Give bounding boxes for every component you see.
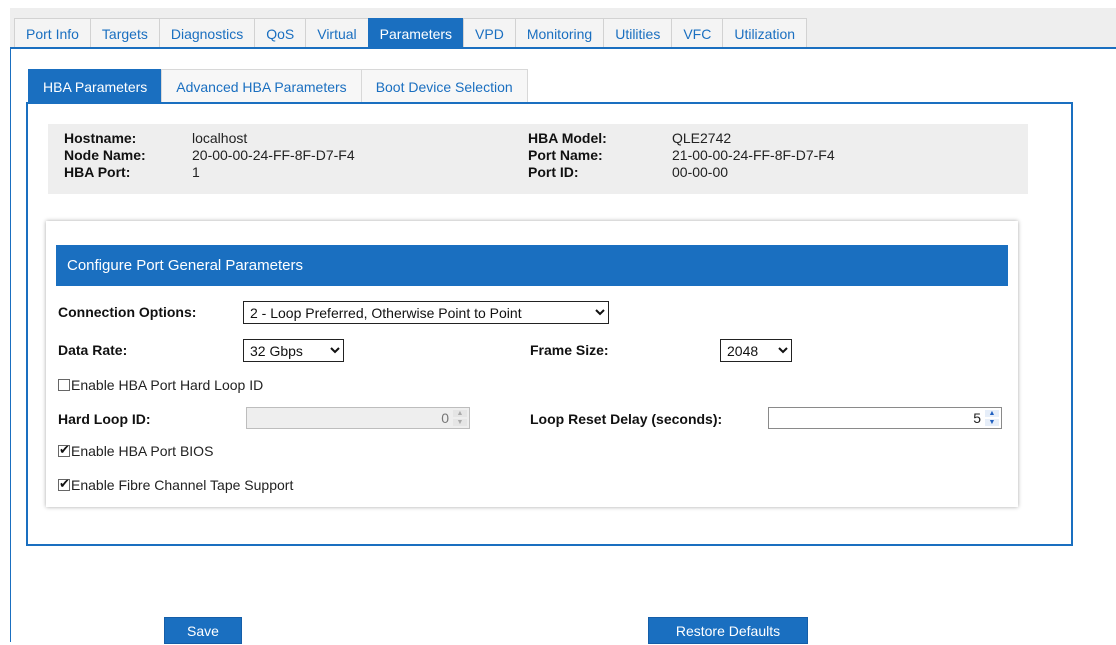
enable-tape-label: Enable Fibre Channel Tape Support	[71, 477, 294, 493]
node-name-value: 20-00-00-24-FF-8F-D7-F4	[192, 147, 355, 163]
enable-hard-loop-checkbox[interactable]	[58, 379, 70, 391]
top-tabs: Port Info Targets Diagnostics QoS Virtua…	[14, 18, 808, 48]
save-button[interactable]: Save	[164, 617, 242, 644]
tab-diagnostics[interactable]: Diagnostics	[158, 18, 256, 48]
top-tab-bar: Port Info Targets Diagnostics QoS Virtua…	[0, 0, 1116, 48]
hba-model-value: QLE2742	[672, 130, 732, 146]
data-rate-select[interactable]: 32 Gbps	[243, 339, 344, 362]
configure-port-card: Configure Port General Parameters Connec…	[46, 221, 1018, 507]
loop-reset-delay-value: 5	[973, 410, 981, 426]
tab-utilities[interactable]: Utilities	[603, 18, 673, 48]
spin-up-icon[interactable]: ▲	[453, 410, 467, 417]
hba-info-block: Hostname: localhost Node Name: 20-00-00-…	[48, 124, 1028, 194]
hard-loop-id-label: Hard Loop ID:	[58, 411, 151, 427]
hba-port-value: 1	[192, 164, 200, 180]
hard-loop-id-arrows[interactable]: ▲ ▼	[453, 410, 467, 426]
subtab-hba-parameters[interactable]: HBA Parameters	[28, 69, 163, 103]
tab-port-info[interactable]: Port Info	[14, 18, 91, 48]
tab-vpd[interactable]: VPD	[463, 18, 516, 48]
enable-bios-checkbox[interactable]	[58, 442, 70, 458]
connection-options-label: Connection Options:	[58, 304, 197, 320]
frame-size-wrapper: 2048	[720, 339, 792, 362]
hba-port-label: HBA Port:	[64, 164, 131, 180]
enable-hard-loop-checkbox-row[interactable]: Enable HBA Port Hard Loop ID	[58, 377, 263, 393]
card-header: Configure Port General Parameters	[56, 245, 1008, 286]
tab-vfc[interactable]: VFC	[671, 18, 724, 48]
data-rate-label: Data Rate:	[58, 342, 128, 358]
enable-bios-checkbox-row[interactable]: Enable HBA Port BIOS	[58, 442, 214, 459]
loop-reset-delay-label: Loop Reset Delay (seconds):	[530, 411, 723, 427]
tab-monitoring[interactable]: Monitoring	[514, 18, 605, 48]
spin-up-icon[interactable]: ▲	[985, 410, 999, 417]
hard-loop-id-spinner[interactable]: 0 ▲ ▼	[246, 407, 470, 429]
connection-options-wrapper: 2 - Loop Preferred, Otherwise Point to P…	[243, 301, 609, 324]
restore-defaults-button[interactable]: Restore Defaults	[648, 617, 808, 644]
data-rate-wrapper: 32 Gbps	[243, 339, 344, 362]
tab-virtual[interactable]: Virtual	[305, 18, 369, 48]
loop-reset-delay-spinner[interactable]: 5 ▲ ▼	[768, 407, 1002, 429]
hard-loop-id-value: 0	[441, 410, 449, 426]
hba-model-label: HBA Model:	[528, 130, 607, 146]
enable-tape-checkbox-row[interactable]: Enable Fibre Channel Tape Support	[58, 476, 294, 493]
spin-down-icon[interactable]: ▼	[985, 419, 999, 426]
hba-parameters-panel: Hostname: localhost Node Name: 20-00-00-…	[26, 102, 1073, 546]
tab-bar-underline	[10, 47, 1116, 49]
loop-reset-delay-arrows[interactable]: ▲ ▼	[985, 410, 999, 426]
subtab-boot-device-selection[interactable]: Boot Device Selection	[360, 69, 528, 103]
connection-options-select[interactable]: 2 - Loop Preferred, Otherwise Point to P…	[243, 301, 609, 324]
port-id-value: 00-00-00	[672, 164, 729, 180]
spin-down-icon[interactable]: ▼	[453, 419, 467, 426]
node-name-label: Node Name:	[64, 147, 146, 163]
port-id-label: Port ID:	[528, 164, 579, 180]
subtab-advanced-hba-parameters[interactable]: Advanced HBA Parameters	[161, 69, 362, 103]
enable-hard-loop-label: Enable HBA Port Hard Loop ID	[71, 377, 264, 393]
tab-utilization[interactable]: Utilization	[722, 18, 808, 48]
frame-size-select[interactable]: 2048	[720, 339, 792, 362]
content-left-border	[10, 48, 11, 642]
sub-tabs: HBA Parameters Advanced HBA Parameters B…	[28, 69, 528, 103]
hostname-value: localhost	[192, 130, 248, 146]
tab-targets[interactable]: Targets	[89, 18, 160, 48]
enable-bios-label: Enable HBA Port BIOS	[71, 443, 214, 459]
tab-parameters[interactable]: Parameters	[367, 18, 465, 48]
port-name-label: Port Name:	[528, 147, 603, 163]
hostname-label: Hostname:	[64, 130, 137, 146]
port-name-value: 21-00-00-24-FF-8F-D7-F4	[672, 147, 835, 163]
tab-qos[interactable]: QoS	[254, 18, 307, 48]
enable-tape-checkbox[interactable]	[58, 476, 70, 492]
frame-size-label: Frame Size:	[530, 342, 609, 358]
